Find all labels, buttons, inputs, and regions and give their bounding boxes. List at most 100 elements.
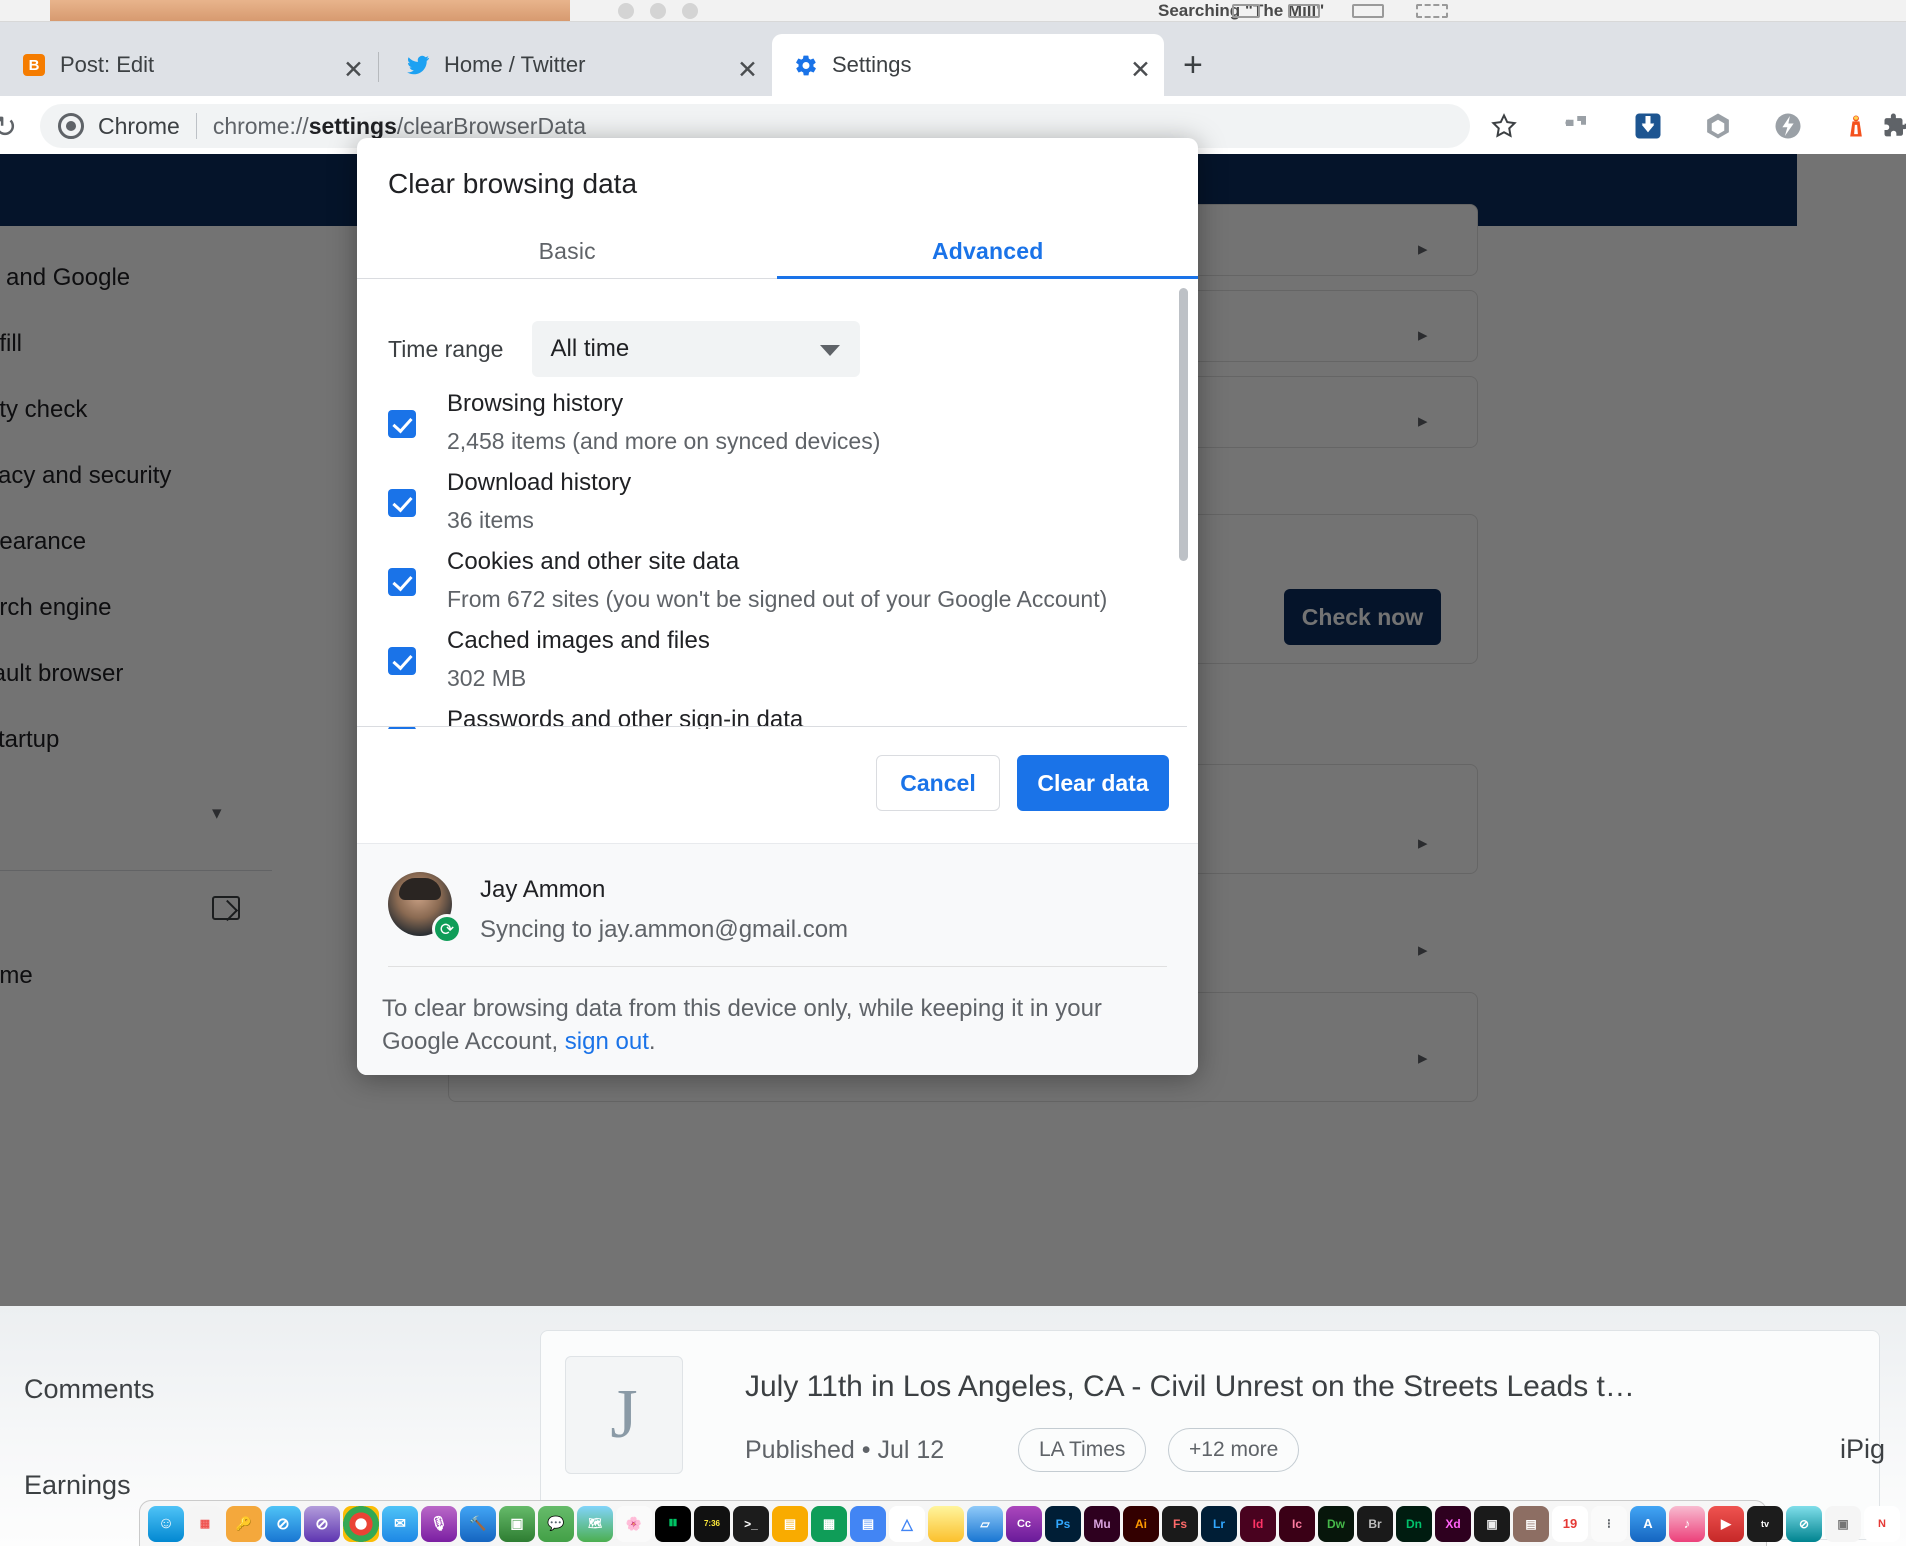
data-type-sublabel: 2,458 items (and more on synced devices) xyxy=(447,428,881,454)
keychain-icon[interactable]: 🔑 xyxy=(226,1505,262,1542)
hexagon-icon[interactable] xyxy=(1700,108,1736,144)
mail-icon[interactable]: ✉ xyxy=(382,1505,418,1542)
drive-icon[interactable]: △ xyxy=(889,1505,925,1542)
facetime-icon[interactable]: ▣ xyxy=(499,1505,535,1542)
blogger-nav-earnings[interactable]: Earnings xyxy=(24,1470,131,1501)
terminal-icon[interactable]: >_ xyxy=(733,1505,769,1542)
creative-cloud-icon[interactable]: Cc xyxy=(1006,1505,1042,1542)
calendar-icon[interactable]: 19 xyxy=(1552,1505,1588,1542)
clear-data-button[interactable]: Clear data xyxy=(1017,755,1169,811)
bridge-icon[interactable]: Br xyxy=(1357,1505,1393,1542)
new-tab-button[interactable]: + xyxy=(1183,48,1203,82)
illustrator-icon[interactable]: Ai xyxy=(1123,1505,1159,1542)
reminders-icon[interactable]: ⁝ xyxy=(1591,1505,1627,1542)
checkbox-download-history[interactable] xyxy=(388,489,416,517)
news-icon[interactable]: N xyxy=(1864,1505,1900,1542)
music-icon[interactable]: ♪ xyxy=(1669,1505,1705,1542)
matrix-icon[interactable]: ⦀⦀ xyxy=(655,1505,691,1542)
photos-icon[interactable]: 🌸 xyxy=(616,1505,652,1542)
browser-tab-0[interactable]: B Post: Edit xyxy=(8,34,378,96)
safari-tech-preview-icon[interactable]: ⊘ xyxy=(304,1505,340,1542)
tab-close-2[interactable]: ✕ xyxy=(1130,58,1151,83)
bg-window-control-3 xyxy=(682,3,698,19)
browser-tab-2[interactable]: Settings xyxy=(772,34,1164,96)
bg-window-view-icon-4 xyxy=(1416,4,1448,18)
muse-icon[interactable]: Mu xyxy=(1084,1505,1120,1542)
messages-icon[interactable]: 💬 xyxy=(538,1505,574,1542)
download-icon[interactable] xyxy=(1630,108,1666,144)
checkbox-cached-images[interactable] xyxy=(388,647,416,675)
dialog-action-bar: Cancel Clear data xyxy=(357,733,1198,843)
bg-window-view-icon-1 xyxy=(1232,4,1260,18)
xcode-icon[interactable]: 🔨 xyxy=(460,1505,496,1542)
finder-icon[interactable]: ☺ xyxy=(148,1505,184,1542)
time-range-value: All time xyxy=(550,335,630,362)
indesign-icon[interactable]: Id xyxy=(1240,1505,1276,1542)
fireworks-icon[interactable]: Fs xyxy=(1162,1505,1198,1542)
time-range-select[interactable]: All time xyxy=(532,321,861,377)
chrome-logo-icon xyxy=(58,113,84,139)
photoshop-icon[interactable]: Ps xyxy=(1045,1505,1081,1542)
app-store-icon[interactable]: A xyxy=(1630,1505,1666,1542)
bookmark-star-icon[interactable] xyxy=(1486,108,1522,144)
post-label-chip-0[interactable]: LA Times xyxy=(1018,1428,1147,1472)
warning-clock-icon[interactable]: 7:36 xyxy=(694,1505,730,1542)
omnibox-chip-label: Chrome xyxy=(98,112,180,139)
tab-close-1[interactable]: ✕ xyxy=(737,58,758,83)
url-prefix: chrome:// xyxy=(212,112,309,139)
safari-alt-icon[interactable]: ⊘ xyxy=(1786,1505,1822,1542)
preview-icon[interactable]: ▣ xyxy=(1825,1505,1861,1542)
podcasts-icon[interactable]: 🎙 xyxy=(421,1505,457,1542)
time-range-row: Time range All time xyxy=(388,321,861,377)
checkbox-browsing-history[interactable] xyxy=(388,410,416,438)
sync-icon: ⟳ xyxy=(432,914,462,944)
docs-icon[interactable]: ▤ xyxy=(850,1505,886,1542)
tab-title-2: Settings xyxy=(832,52,912,77)
photos-app-icon[interactable]: ▶ xyxy=(1708,1505,1744,1542)
slides-icon[interactable]: ▤ xyxy=(772,1505,808,1542)
reload-icon[interactable]: ↻ xyxy=(0,110,17,145)
extensions-puzzle-icon[interactable] xyxy=(1876,108,1906,144)
prelude-icon[interactable]: ▤ xyxy=(1513,1505,1549,1542)
dialog-body-divider xyxy=(357,726,1187,727)
url-suffix: /clearBrowserData xyxy=(396,112,587,139)
launchpad-icon[interactable]: ▦ xyxy=(187,1505,223,1542)
chrome-icon[interactable] xyxy=(343,1505,379,1542)
cancel-button[interactable]: Cancel xyxy=(876,755,1000,811)
incopy-icon[interactable]: Ic xyxy=(1279,1505,1315,1542)
lighthouse-icon[interactable] xyxy=(1838,108,1874,144)
apple-tv-icon[interactable]: tv xyxy=(1747,1505,1783,1542)
data-type-sublabel: 36 items xyxy=(447,507,534,533)
account-name: Jay Ammon xyxy=(480,876,606,903)
notes-icon[interactable] xyxy=(928,1505,964,1542)
twitter-icon xyxy=(406,53,430,77)
sheets-icon[interactable]: ▦ xyxy=(811,1505,847,1542)
media-encoder-icon[interactable]: ▣ xyxy=(1474,1505,1510,1542)
checkbox-cookies[interactable] xyxy=(388,568,416,596)
post-title[interactable]: July 11th in Los Angeles, CA - Civil Unr… xyxy=(745,1370,1635,1404)
data-type-label: Cached images and files xyxy=(447,627,710,654)
blogger-nav-comments[interactable]: Comments xyxy=(24,1374,155,1405)
bg-window-control-2 xyxy=(650,3,666,19)
tab-close-0[interactable]: ✕ xyxy=(343,58,364,83)
xd-icon[interactable]: Xd xyxy=(1435,1505,1471,1542)
dreamweaver-icon[interactable]: Dw xyxy=(1318,1505,1354,1542)
dialog-scrollbar-thumb[interactable] xyxy=(1179,288,1188,561)
bg-window-view-icon-2 xyxy=(1288,4,1320,18)
keynote-icon[interactable]: ▱ xyxy=(967,1505,1003,1542)
safari-icon[interactable]: ⊘ xyxy=(265,1505,301,1542)
post-label-chip-1[interactable]: +12 more xyxy=(1168,1428,1300,1472)
lightroom-icon[interactable]: Lr xyxy=(1201,1505,1237,1542)
dimension-icon[interactable]: Dn xyxy=(1396,1505,1432,1542)
background-window-photo xyxy=(50,0,570,21)
pocket-icon[interactable] xyxy=(1558,108,1594,144)
tab-basic[interactable]: Basic xyxy=(357,224,778,278)
lightning-icon[interactable] xyxy=(1770,108,1806,144)
maps-icon[interactable]: 🗺 xyxy=(577,1505,613,1542)
sign-out-link[interactable]: sign out xyxy=(565,1028,649,1055)
calendar-day: 19 xyxy=(1562,1516,1578,1531)
browser-tab-1[interactable]: Home / Twitter xyxy=(392,34,772,96)
tab-advanced[interactable]: Advanced xyxy=(778,224,1199,278)
omnibox-url: chrome://settings/clearBrowserData xyxy=(213,113,586,140)
dialog-title: Clear browsing data xyxy=(388,168,638,199)
